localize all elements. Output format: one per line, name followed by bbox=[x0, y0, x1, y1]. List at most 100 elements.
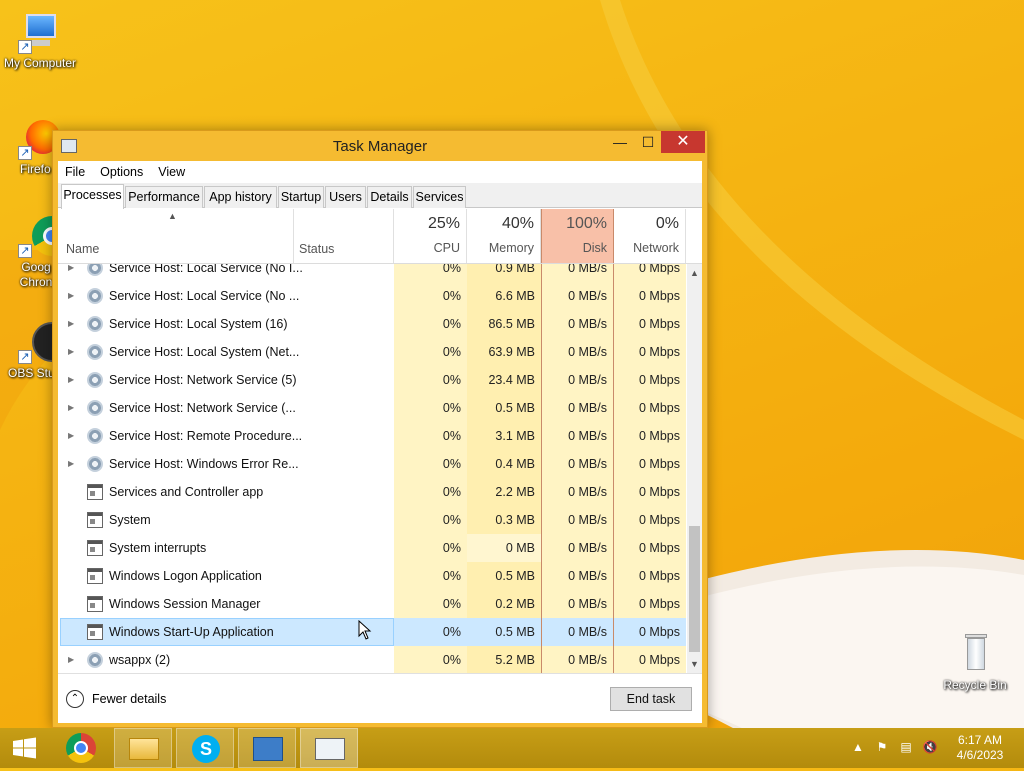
network-label: Network bbox=[633, 241, 679, 255]
scroll-down-arrow-icon[interactable]: ▼ bbox=[687, 657, 702, 671]
end-task-button[interactable]: End task bbox=[610, 687, 692, 711]
process-name: Service Host: Network Service (... bbox=[109, 401, 296, 415]
computer-icon: ↗ bbox=[18, 10, 62, 54]
shortcut-arrow-icon: ↗ bbox=[18, 146, 32, 160]
fewer-details-link[interactable]: Fewer details bbox=[92, 692, 166, 706]
process-row[interactable]: ▶ Service Host: Windows Error Re... 0% 0.4 … bbox=[58, 450, 686, 478]
process-network: 0 Mbps bbox=[614, 422, 686, 450]
taskbar-task-manager[interactable] bbox=[300, 728, 358, 768]
taskbar-chrome[interactable] bbox=[52, 728, 110, 768]
process-memory: 0.5 MB bbox=[467, 562, 541, 590]
process-row[interactable]: Windows Start-Up Application 0% 0.5 MB 0 MB… bbox=[58, 618, 686, 646]
action-center-flag-icon[interactable]: ⚑ bbox=[874, 740, 890, 756]
menu-view[interactable]: View bbox=[158, 165, 185, 179]
process-network: 0 Mbps bbox=[614, 562, 686, 590]
close-button[interactable]: ✕ bbox=[661, 131, 705, 153]
taskbar-file-explorer[interactable] bbox=[114, 728, 172, 768]
process-cpu: 0% bbox=[394, 506, 467, 534]
process-disk: 0 MB/s bbox=[541, 422, 614, 450]
window-app-icon bbox=[87, 512, 103, 528]
process-row[interactable]: ▶ Service Host: Network Service (5) 0% 23.4… bbox=[58, 366, 686, 394]
expand-chevron-icon[interactable]: ▶ bbox=[68, 347, 74, 356]
cpu-label: CPU bbox=[433, 241, 460, 255]
windows-logo-icon bbox=[13, 737, 36, 759]
desktop-icon-my-computer[interactable]: ↗ My Computer bbox=[0, 10, 80, 70]
expand-chevron-icon[interactable]: ▶ bbox=[68, 375, 74, 384]
tab-processes[interactable]: Processes bbox=[61, 184, 124, 209]
process-memory: 5.2 MB bbox=[467, 646, 541, 673]
desktop-icon-recycle-bin[interactable]: Recycle Bin bbox=[935, 632, 1015, 692]
show-hidden-icons-arrow-icon[interactable]: ▲ bbox=[850, 740, 866, 756]
process-row[interactable]: ▶ Service Host: Remote Procedure... 0% 3.1 … bbox=[58, 422, 686, 450]
process-disk: 0 MB/s bbox=[541, 534, 614, 562]
process-network: 0 Mbps bbox=[614, 338, 686, 366]
process-row[interactable]: Windows Logon Application 0% 0.5 MB 0 MB/s 0… bbox=[58, 562, 686, 590]
process-row[interactable]: ▶ Service Host: Local Service (No ... 0% 6.… bbox=[58, 282, 686, 310]
expand-chevron-icon[interactable]: ▶ bbox=[68, 291, 74, 300]
tab-performance[interactable]: Performance bbox=[125, 186, 203, 208]
expand-chevron-icon[interactable]: ▶ bbox=[68, 655, 74, 664]
process-row[interactable]: Services and Controller app 0% 2.2 MB 0 MB/… bbox=[58, 478, 686, 506]
start-button[interactable] bbox=[0, 728, 50, 768]
menu-options[interactable]: Options bbox=[100, 165, 143, 179]
process-cpu: 0% bbox=[394, 338, 467, 366]
column-header-status[interactable]: Status bbox=[294, 209, 394, 263]
gear-icon bbox=[87, 372, 103, 388]
network-icon[interactable]: ▤ bbox=[898, 740, 914, 756]
tab-app-history[interactable]: App history bbox=[204, 186, 277, 208]
process-cpu: 0% bbox=[394, 366, 467, 394]
column-header-name[interactable]: ▲ Name bbox=[58, 209, 294, 263]
process-row[interactable]: System interrupts 0% 0 MB 0 MB/s 0 Mbps bbox=[58, 534, 686, 562]
chevron-up-icon[interactable]: ⌃ bbox=[66, 690, 84, 708]
menu-file[interactable]: File bbox=[65, 165, 85, 179]
column-header-cpu[interactable]: 25% CPU bbox=[394, 209, 467, 263]
process-row[interactable]: Windows Session Manager 0% 0.2 MB 0 MB/s 0 M… bbox=[58, 590, 686, 618]
taskbar-skype[interactable]: S bbox=[176, 728, 234, 768]
scroll-up-arrow-icon[interactable]: ▲ bbox=[687, 266, 702, 280]
process-network: 0 Mbps bbox=[614, 590, 686, 618]
process-memory: 3.1 MB bbox=[467, 422, 541, 450]
column-status-label: Status bbox=[299, 242, 335, 256]
vertical-scrollbar[interactable]: ▲ ▼ bbox=[687, 264, 702, 673]
process-row[interactable]: ▶ Service Host: Local Service (No I... 0% 0… bbox=[58, 264, 686, 282]
process-name: Service Host: Local Service (No ... bbox=[109, 289, 300, 303]
process-row[interactable]: System 0% 0.3 MB 0 MB/s 0 Mbps bbox=[58, 506, 686, 534]
tab-services[interactable]: Services bbox=[413, 186, 466, 208]
taskbar-control-panel[interactable] bbox=[238, 728, 296, 768]
process-network: 0 Mbps bbox=[614, 282, 686, 310]
cpu-usage-percent: 25% bbox=[427, 215, 460, 232]
recycle-bin-icon bbox=[953, 632, 997, 676]
gear-icon bbox=[87, 428, 103, 444]
gear-icon bbox=[87, 456, 103, 472]
skype-icon: S bbox=[192, 735, 220, 763]
process-name: System bbox=[109, 513, 151, 527]
expand-chevron-icon[interactable]: ▶ bbox=[68, 264, 74, 272]
expand-chevron-icon[interactable]: ▶ bbox=[68, 403, 74, 412]
control-panel-icon bbox=[253, 737, 283, 761]
process-row[interactable]: ▶ Service Host: Local System (16) 0% 86.5 M… bbox=[58, 310, 686, 338]
volume-muted-icon[interactable]: 🔇 bbox=[922, 740, 938, 756]
process-row[interactable]: ▶ Service Host: Network Service (... 0% 0.5… bbox=[58, 394, 686, 422]
tab-strip: Processes Performance App history Startu… bbox=[58, 183, 702, 209]
process-name: Service Host: Windows Error Re... bbox=[109, 457, 299, 471]
process-row[interactable]: ▶ wsappx (2) 0% 5.2 MB 0 MB/s 0 Mbps bbox=[58, 646, 686, 673]
column-header-disk[interactable]: 100% Disk bbox=[541, 209, 614, 263]
scrollbar-thumb[interactable] bbox=[689, 526, 700, 652]
tab-startup[interactable]: Startup bbox=[278, 186, 324, 208]
process-row[interactable]: ▶ Service Host: Local System (Net... 0% 63.… bbox=[58, 338, 686, 366]
process-name: Service Host: Local System (Net... bbox=[109, 345, 300, 359]
minimize-button[interactable]: — bbox=[605, 131, 635, 153]
process-disk: 0 MB/s bbox=[541, 506, 614, 534]
system-clock[interactable]: 6:17 AM 4/6/2023 bbox=[940, 733, 1020, 763]
process-cpu: 0% bbox=[394, 618, 467, 646]
expand-chevron-icon[interactable]: ▶ bbox=[68, 459, 74, 468]
expand-chevron-icon[interactable]: ▶ bbox=[68, 319, 74, 328]
column-header-network[interactable]: 0% Network bbox=[614, 209, 686, 263]
column-header-memory[interactable]: 40% Memory bbox=[467, 209, 541, 263]
tab-users[interactable]: Users bbox=[325, 186, 366, 208]
expand-chevron-icon[interactable]: ▶ bbox=[68, 431, 74, 440]
process-network: 0 Mbps bbox=[614, 618, 686, 646]
tab-details[interactable]: Details bbox=[367, 186, 412, 208]
maximize-button[interactable]: ☐ bbox=[633, 131, 663, 153]
title-bar[interactable]: Task Manager — ☐ ✕ bbox=[53, 131, 707, 161]
